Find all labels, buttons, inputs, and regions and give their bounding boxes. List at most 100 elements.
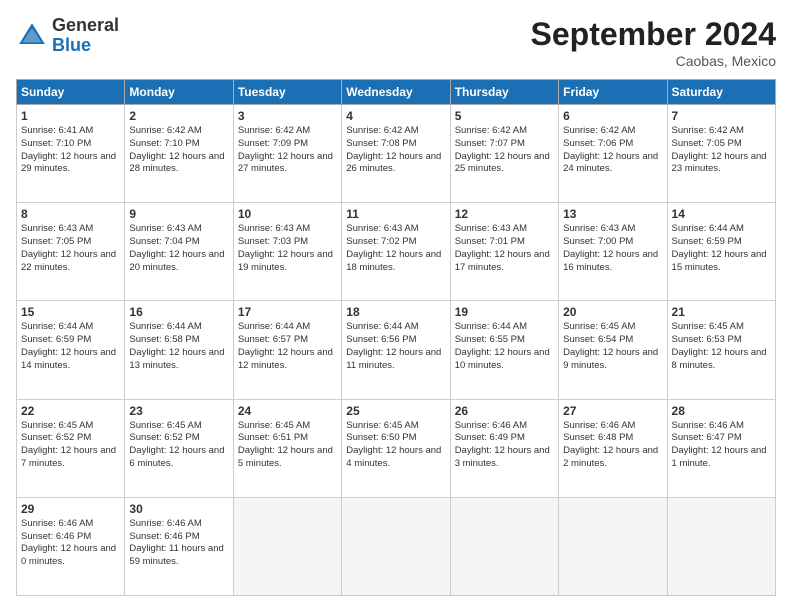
- cell-content: Sunrise: 6:45 AM Sunset: 6:51 PM Dayligh…: [238, 420, 337, 471]
- cell-content: Sunrise: 6:46 AM Sunset: 6:48 PM Dayligh…: [563, 420, 662, 471]
- day-number: 13: [563, 207, 662, 221]
- day-number: 24: [238, 404, 337, 418]
- cell-content: Sunrise: 6:42 AM Sunset: 7:08 PM Dayligh…: [346, 125, 445, 176]
- table-row: 28 Sunrise: 6:46 AM Sunset: 6:47 PM Dayli…: [667, 399, 775, 497]
- cell-content: Sunrise: 6:45 AM Sunset: 6:50 PM Dayligh…: [346, 420, 445, 471]
- logo-icon: [16, 20, 48, 52]
- header: General Blue September 2024 Caobas, Mexi…: [16, 16, 776, 69]
- calendar-page: General Blue September 2024 Caobas, Mexi…: [0, 0, 792, 612]
- col-sunday: Sunday: [17, 80, 125, 105]
- cell-content: Sunrise: 6:43 AM Sunset: 7:02 PM Dayligh…: [346, 223, 445, 274]
- cell-content: Sunrise: 6:44 AM Sunset: 6:59 PM Dayligh…: [672, 223, 771, 274]
- table-row: 1Sunrise: 6:41 AM Sunset: 7:10 PM Daylig…: [17, 105, 125, 203]
- day-number: 26: [455, 404, 554, 418]
- day-number: 22: [21, 404, 120, 418]
- day-number: 23: [129, 404, 228, 418]
- table-row: 16Sunrise: 6:44 AM Sunset: 6:58 PM Dayli…: [125, 301, 233, 399]
- day-number: 8: [21, 207, 120, 221]
- table-row: 12 Sunrise: 6:43 AM Sunset: 7:01 PM Dayli…: [450, 203, 558, 301]
- cell-content: Sunrise: 6:42 AM Sunset: 7:06 PM Dayligh…: [563, 125, 662, 176]
- table-row: 22 Sunrise: 6:45 AM Sunset: 6:52 PM Dayli…: [17, 399, 125, 497]
- cell-content: Sunrise: 6:46 AM Sunset: 6:49 PM Dayligh…: [455, 420, 554, 471]
- cell-content: Sunrise: 6:42 AM Sunset: 7:10 PM Dayligh…: [129, 125, 228, 176]
- location: Caobas, Mexico: [531, 53, 776, 69]
- cell-content: Sunrise: 6:45 AM Sunset: 6:53 PM Dayligh…: [672, 321, 771, 372]
- cell-content: Sunrise: 6:42 AM Sunset: 7:09 PM Dayligh…: [238, 125, 337, 176]
- day-number: 10: [238, 207, 337, 221]
- month-title: September 2024: [531, 16, 776, 53]
- table-row: 17 Sunrise: 6:44 AM Sunset: 6:57 PM Dayli…: [233, 301, 341, 399]
- table-row: 15 Sunrise: 6:44 AM Sunset: 6:59 PM Dayli…: [17, 301, 125, 399]
- calendar-table: Sunday Monday Tuesday Wednesday Thursday…: [16, 79, 776, 596]
- cell-content: Sunrise: 6:44 AM Sunset: 6:59 PM Dayligh…: [21, 321, 120, 372]
- cell-content: Sunrise: 6:46 AM Sunset: 6:47 PM Dayligh…: [672, 420, 771, 471]
- table-row: 5Sunrise: 6:42 AM Sunset: 7:07 PM Daylig…: [450, 105, 558, 203]
- table-row: 25 Sunrise: 6:45 AM Sunset: 6:50 PM Dayli…: [342, 399, 450, 497]
- day-number: 7: [672, 109, 771, 123]
- day-number: 20: [563, 305, 662, 319]
- week-row-5: 29Sunrise: 6:46 AM Sunset: 6:46 PM Dayli…: [17, 497, 776, 595]
- col-wednesday: Wednesday: [342, 80, 450, 105]
- week-row-4: 22 Sunrise: 6:45 AM Sunset: 6:52 PM Dayli…: [17, 399, 776, 497]
- cell-content: Sunrise: 6:44 AM Sunset: 6:57 PM Dayligh…: [238, 321, 337, 372]
- table-row: 19 Sunrise: 6:44 AM Sunset: 6:55 PM Dayli…: [450, 301, 558, 399]
- day-number: 17: [238, 305, 337, 319]
- day-number: 25: [346, 404, 445, 418]
- cell-content: Sunrise: 6:43 AM Sunset: 7:04 PM Dayligh…: [129, 223, 228, 274]
- day-number: 1: [21, 109, 120, 123]
- table-row: 18 Sunrise: 6:44 AM Sunset: 6:56 PM Dayli…: [342, 301, 450, 399]
- table-row: 2 Sunrise: 6:42 AM Sunset: 7:10 PM Daylig…: [125, 105, 233, 203]
- cell-content: Sunrise: 6:43 AM Sunset: 7:03 PM Dayligh…: [238, 223, 337, 274]
- cell-content: Sunrise: 6:44 AM Sunset: 6:55 PM Dayligh…: [455, 321, 554, 372]
- col-saturday: Saturday: [667, 80, 775, 105]
- day-number: 5: [455, 109, 554, 123]
- table-row: 9 Sunrise: 6:43 AM Sunset: 7:04 PM Daylig…: [125, 203, 233, 301]
- cell-content: Sunrise: 6:44 AM Sunset: 6:56 PM Dayligh…: [346, 321, 445, 372]
- table-row: 10 Sunrise: 6:43 AM Sunset: 7:03 PM Dayli…: [233, 203, 341, 301]
- table-row: 14Sunrise: 6:44 AM Sunset: 6:59 PM Dayli…: [667, 203, 775, 301]
- table-row: [559, 497, 667, 595]
- cell-content: Sunrise: 6:45 AM Sunset: 6:52 PM Dayligh…: [21, 420, 120, 471]
- day-number: 15: [21, 305, 120, 319]
- table-row: 30Sunrise: 6:46 AM Sunset: 6:46 PM Dayli…: [125, 497, 233, 595]
- day-number: 11: [346, 207, 445, 221]
- col-tuesday: Tuesday: [233, 80, 341, 105]
- table-row: 26 Sunrise: 6:46 AM Sunset: 6:49 PM Dayli…: [450, 399, 558, 497]
- table-row: 20Sunrise: 6:45 AM Sunset: 6:54 PM Dayli…: [559, 301, 667, 399]
- day-number: 28: [672, 404, 771, 418]
- table-row: 13 Sunrise: 6:43 AM Sunset: 7:00 PM Dayli…: [559, 203, 667, 301]
- day-number: 27: [563, 404, 662, 418]
- table-row: 3 Sunrise: 6:42 AM Sunset: 7:09 PM Daylig…: [233, 105, 341, 203]
- table-row: 29Sunrise: 6:46 AM Sunset: 6:46 PM Dayli…: [17, 497, 125, 595]
- col-friday: Friday: [559, 80, 667, 105]
- cell-content: Sunrise: 6:43 AM Sunset: 7:00 PM Dayligh…: [563, 223, 662, 274]
- day-number: 30: [129, 502, 228, 516]
- week-row-1: 1Sunrise: 6:41 AM Sunset: 7:10 PM Daylig…: [17, 105, 776, 203]
- table-row: [233, 497, 341, 595]
- table-row: 24 Sunrise: 6:45 AM Sunset: 6:51 PM Dayli…: [233, 399, 341, 497]
- table-row: 11 Sunrise: 6:43 AM Sunset: 7:02 PM Dayli…: [342, 203, 450, 301]
- day-number: 19: [455, 305, 554, 319]
- logo: General Blue: [16, 16, 119, 56]
- day-number: 6: [563, 109, 662, 123]
- day-number: 9: [129, 207, 228, 221]
- table-row: [667, 497, 775, 595]
- cell-content: Sunrise: 6:43 AM Sunset: 7:01 PM Dayligh…: [455, 223, 554, 274]
- logo-general: General: [52, 16, 119, 36]
- week-row-3: 15 Sunrise: 6:44 AM Sunset: 6:59 PM Dayli…: [17, 301, 776, 399]
- table-row: [342, 497, 450, 595]
- cell-content: Sunrise: 6:43 AM Sunset: 7:05 PM Dayligh…: [21, 223, 120, 274]
- table-row: 21Sunrise: 6:45 AM Sunset: 6:53 PM Dayli…: [667, 301, 775, 399]
- table-row: 4 Sunrise: 6:42 AM Sunset: 7:08 PM Daylig…: [342, 105, 450, 203]
- day-number: 3: [238, 109, 337, 123]
- table-row: 23Sunrise: 6:45 AM Sunset: 6:52 PM Dayli…: [125, 399, 233, 497]
- calendar-header-row: Sunday Monday Tuesday Wednesday Thursday…: [17, 80, 776, 105]
- col-thursday: Thursday: [450, 80, 558, 105]
- day-number: 2: [129, 109, 228, 123]
- day-number: 18: [346, 305, 445, 319]
- table-row: 27 Sunrise: 6:46 AM Sunset: 6:48 PM Dayli…: [559, 399, 667, 497]
- day-number: 4: [346, 109, 445, 123]
- cell-content: Sunrise: 6:44 AM Sunset: 6:58 PM Dayligh…: [129, 321, 228, 372]
- day-number: 12: [455, 207, 554, 221]
- day-number: 29: [21, 502, 120, 516]
